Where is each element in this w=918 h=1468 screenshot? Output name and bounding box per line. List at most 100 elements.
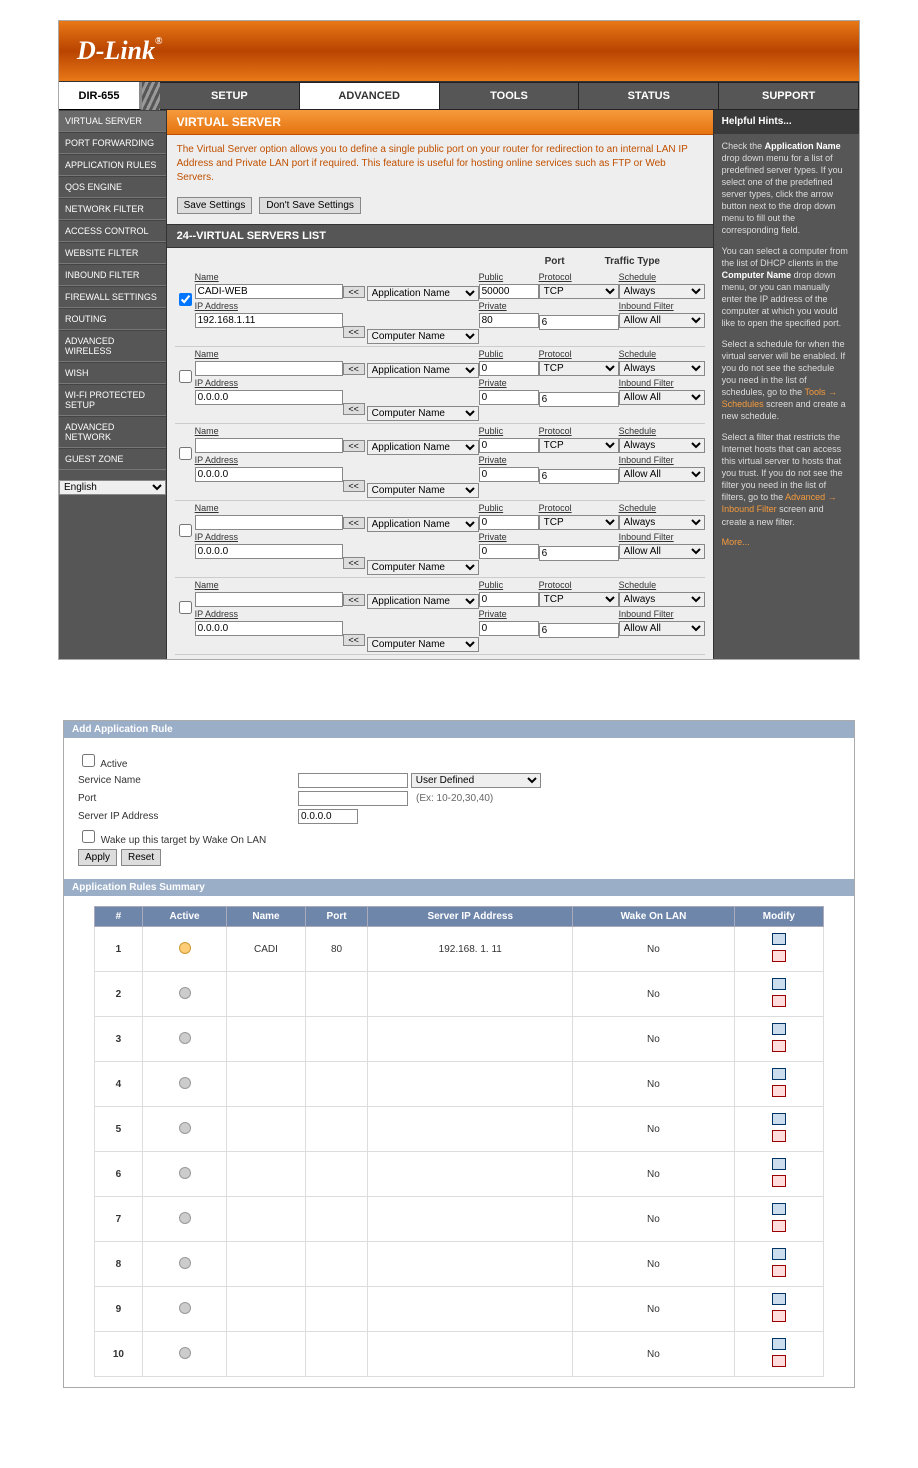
edit-icon[interactable]: [772, 1113, 786, 1125]
inbound-filter-select[interactable]: Allow All: [619, 467, 705, 482]
protocol-select[interactable]: TCP: [539, 361, 619, 376]
copy-appname-button[interactable]: <<: [343, 363, 365, 375]
edit-icon[interactable]: [772, 1248, 786, 1260]
name-input[interactable]: [195, 515, 343, 530]
public-port-input[interactable]: [479, 284, 539, 299]
edit-icon[interactable]: [772, 1158, 786, 1170]
name-input[interactable]: [195, 361, 343, 376]
private-port-input[interactable]: [479, 390, 539, 405]
ip-input[interactable]: [195, 544, 343, 559]
edit-icon[interactable]: [772, 1338, 786, 1350]
tab-advanced[interactable]: ADVANCED: [300, 82, 440, 110]
copy-appname-button[interactable]: <<: [343, 286, 365, 298]
computer-name-select[interactable]: Computer Name: [367, 483, 479, 498]
name-input[interactable]: [195, 592, 343, 607]
private-port-input[interactable]: [479, 621, 539, 636]
edit-icon[interactable]: [772, 1293, 786, 1305]
sidebar-item-access-control[interactable]: ACCESS CONTROL: [59, 220, 166, 242]
computer-name-select[interactable]: Computer Name: [367, 406, 479, 421]
copy-compname-button[interactable]: <<: [343, 480, 365, 492]
delete-icon[interactable]: [772, 995, 786, 1007]
sidebar-item-port-forwarding[interactable]: PORT FORWARDING: [59, 132, 166, 154]
computer-name-select[interactable]: Computer Name: [367, 329, 479, 344]
public-port-input[interactable]: [479, 438, 539, 453]
ip-input[interactable]: [195, 467, 343, 482]
sidebar-item-qos-engine[interactable]: QOS ENGINE: [59, 176, 166, 198]
sidebar-item-firewall-settings[interactable]: FIREWALL SETTINGS: [59, 286, 166, 308]
computer-name-select[interactable]: Computer Name: [367, 637, 479, 652]
edit-icon[interactable]: [772, 1023, 786, 1035]
computer-name-select[interactable]: Computer Name: [367, 560, 479, 575]
name-input[interactable]: [195, 284, 343, 299]
protocol-num-input[interactable]: [539, 623, 619, 638]
protocol-select[interactable]: TCP: [539, 438, 619, 453]
row-enable-checkbox[interactable]: [179, 447, 192, 460]
tab-setup[interactable]: SETUP: [160, 82, 300, 110]
sidebar-item-routing[interactable]: ROUTING: [59, 308, 166, 330]
copy-appname-button[interactable]: <<: [343, 440, 365, 452]
private-port-input[interactable]: [479, 544, 539, 559]
active-checkbox[interactable]: [82, 754, 95, 767]
edit-icon[interactable]: [772, 933, 786, 945]
ip-input[interactable]: [195, 621, 343, 636]
name-input[interactable]: [195, 438, 343, 453]
wake-on-lan-checkbox[interactable]: [82, 830, 95, 843]
application-name-select[interactable]: Application Name: [367, 594, 479, 609]
protocol-select[interactable]: TCP: [539, 592, 619, 607]
service-name-input[interactable]: [298, 773, 408, 788]
delete-icon[interactable]: [772, 1310, 786, 1322]
application-name-select[interactable]: Application Name: [367, 440, 479, 455]
sidebar-item-advanced-wireless[interactable]: ADVANCED WIRELESS: [59, 330, 166, 362]
inbound-filter-select[interactable]: Allow All: [619, 313, 705, 328]
schedule-select[interactable]: Always: [619, 515, 705, 530]
public-port-input[interactable]: [479, 592, 539, 607]
apply-button[interactable]: Apply: [78, 849, 117, 866]
port-input[interactable]: [298, 791, 408, 806]
tab-support[interactable]: SUPPORT: [719, 82, 859, 110]
copy-compname-button[interactable]: <<: [343, 403, 365, 415]
delete-icon[interactable]: [772, 950, 786, 962]
sidebar-item-network-filter[interactable]: NETWORK FILTER: [59, 198, 166, 220]
copy-appname-button[interactable]: <<: [343, 517, 365, 529]
tab-status[interactable]: STATUS: [579, 82, 719, 110]
language-select[interactable]: English: [59, 480, 166, 495]
copy-compname-button[interactable]: <<: [343, 557, 365, 569]
protocol-num-input[interactable]: [539, 546, 619, 561]
row-enable-checkbox[interactable]: [179, 524, 192, 537]
protocol-num-input[interactable]: [539, 315, 619, 330]
sidebar-item-virtual-server[interactable]: VIRTUAL SERVER: [59, 110, 166, 132]
application-name-select[interactable]: Application Name: [367, 363, 479, 378]
private-port-input[interactable]: [479, 313, 539, 328]
protocol-select[interactable]: TCP: [539, 515, 619, 530]
inbound-filter-select[interactable]: Allow All: [619, 621, 705, 636]
ip-input[interactable]: [195, 313, 343, 328]
edit-icon[interactable]: [772, 1068, 786, 1080]
public-port-input[interactable]: [479, 515, 539, 530]
copy-compname-button[interactable]: <<: [343, 326, 365, 338]
edit-icon[interactable]: [772, 1203, 786, 1215]
server-ip-input[interactable]: [298, 809, 358, 824]
application-name-select[interactable]: Application Name: [367, 286, 479, 301]
sidebar-item-inbound-filter[interactable]: INBOUND FILTER: [59, 264, 166, 286]
sidebar-item-wi-fi-protected-setup[interactable]: WI-FI PROTECTED SETUP: [59, 384, 166, 416]
sidebar-item-advanced-network[interactable]: ADVANCED NETWORK: [59, 416, 166, 448]
save-settings-button[interactable]: Save Settings: [177, 197, 253, 214]
schedule-select[interactable]: Always: [619, 438, 705, 453]
delete-icon[interactable]: [772, 1265, 786, 1277]
copy-compname-button[interactable]: <<: [343, 634, 365, 646]
copy-appname-button[interactable]: <<: [343, 594, 365, 606]
public-port-input[interactable]: [479, 361, 539, 376]
edit-icon[interactable]: [772, 978, 786, 990]
protocol-num-input[interactable]: [539, 392, 619, 407]
delete-icon[interactable]: [772, 1130, 786, 1142]
schedule-select[interactable]: Always: [619, 284, 705, 299]
delete-icon[interactable]: [772, 1175, 786, 1187]
schedule-select[interactable]: Always: [619, 592, 705, 607]
sidebar-item-guest-zone[interactable]: GUEST ZONE: [59, 448, 166, 470]
row-enable-checkbox[interactable]: [179, 293, 192, 306]
inbound-filter-select[interactable]: Allow All: [619, 390, 705, 405]
application-name-select[interactable]: Application Name: [367, 517, 479, 532]
ip-input[interactable]: [195, 390, 343, 405]
row-enable-checkbox[interactable]: [179, 370, 192, 383]
inbound-filter-select[interactable]: Allow All: [619, 544, 705, 559]
